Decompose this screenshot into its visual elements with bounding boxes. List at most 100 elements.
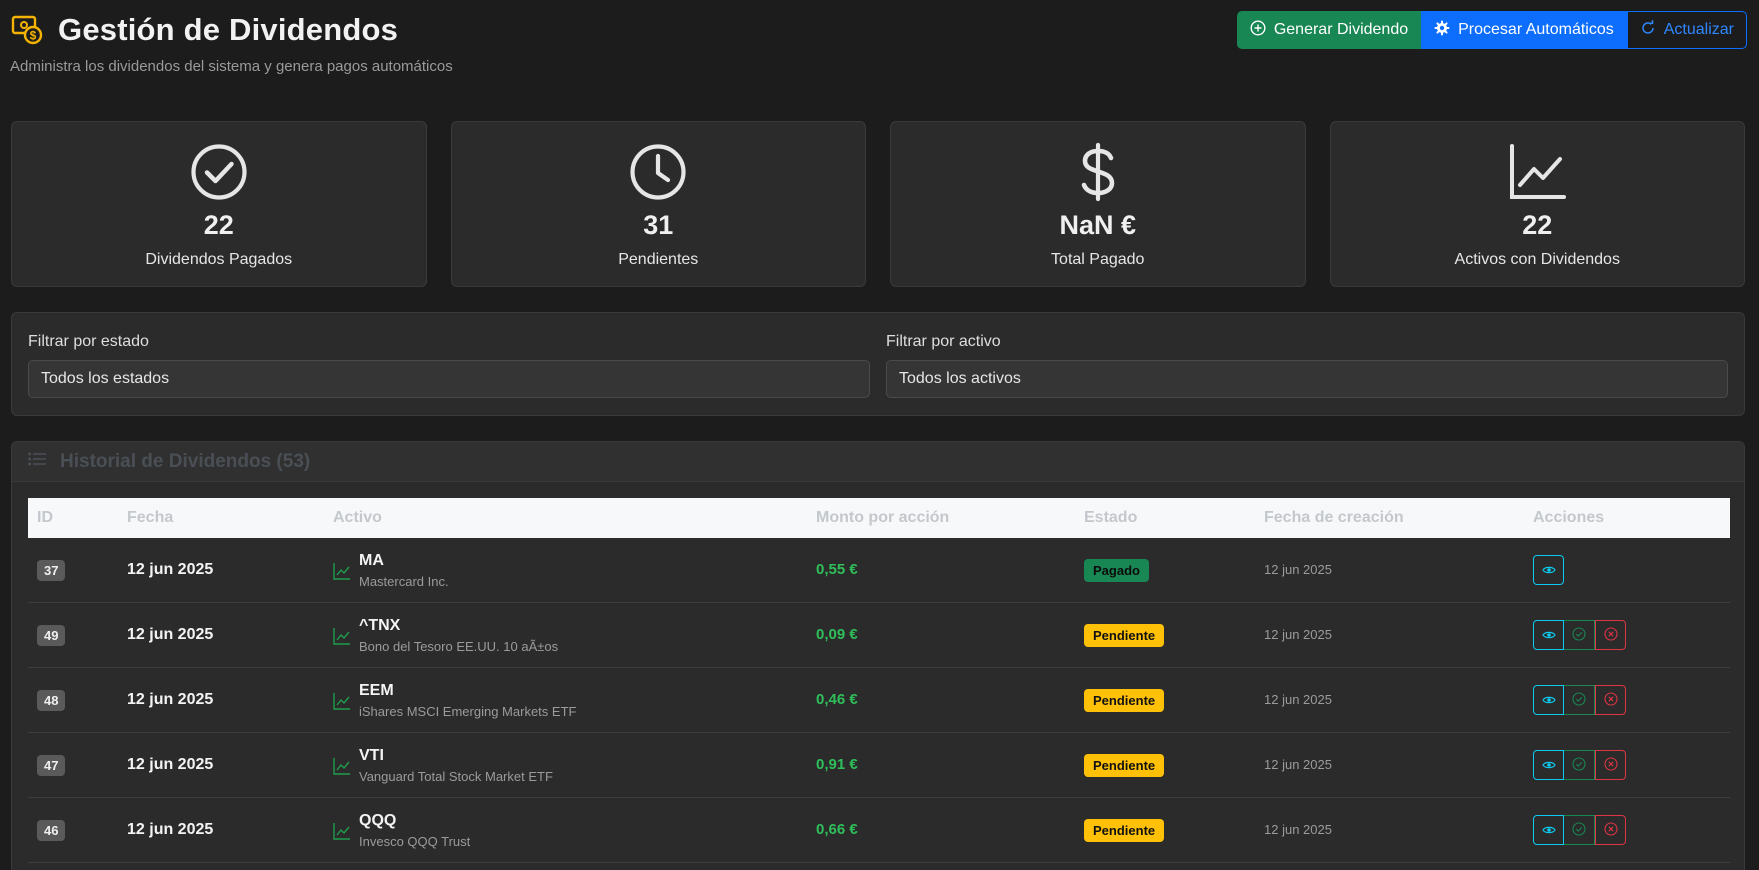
column-header-activo[interactable]: Activo: [324, 509, 807, 527]
asset-name: Bono del Tesoro EE.UU. 10 aÃ±os: [359, 638, 559, 654]
graph-up-icon: [1508, 142, 1567, 202]
check-circle-icon: [1572, 756, 1586, 774]
column-header-fecha[interactable]: Fecha: [118, 509, 324, 527]
amount-per-share: 0,55 €: [816, 561, 858, 578]
refresh-button[interactable]: Actualizar: [1626, 11, 1747, 49]
activo-filter-label: Filtrar por activo: [886, 333, 1001, 350]
graph-up-icon: [333, 562, 351, 585]
asset-cell: VTI Vanguard Total Stock Market ETF: [333, 747, 807, 784]
process-automatic-label: Procesar Automáticos: [1458, 21, 1614, 38]
history-header: Historial de Dividendos (53): [12, 442, 1744, 482]
view-button[interactable]: [1533, 815, 1564, 845]
approve-button[interactable]: [1564, 620, 1595, 650]
reject-button[interactable]: [1595, 750, 1626, 780]
estado-filter: Filtrar por estado Todos los estados: [28, 333, 870, 398]
svg-text:$: $: [30, 29, 37, 43]
row-actions: [1533, 815, 1730, 845]
column-header-id[interactable]: ID: [28, 509, 118, 527]
dividend-history-panel: Historial de Dividendos (53) ID Fecha Ac…: [11, 441, 1745, 870]
graph-up-icon: [333, 692, 351, 715]
asset-ticker: ^TNX: [359, 616, 401, 634]
generate-dividend-button[interactable]: Generar Dividendo: [1236, 11, 1422, 49]
graph-up-icon: [333, 627, 351, 650]
created-date: 12 jun 2025: [1264, 822, 1332, 837]
graph-up-icon: [333, 757, 351, 780]
reject-button[interactable]: [1595, 620, 1626, 650]
table-row: 47 12 jun 2025 VTI Vanguard Total Stock …: [28, 733, 1730, 798]
stat-label: Dividendos Pagados: [145, 251, 293, 268]
cash-coin-icon: $: [10, 13, 44, 47]
approve-button[interactable]: [1564, 685, 1595, 715]
x-circle-icon: [1603, 626, 1618, 644]
eye-icon: [1541, 563, 1556, 578]
view-button[interactable]: [1533, 555, 1564, 585]
asset-cell: QQQ Invesco QQQ Trust: [333, 812, 807, 849]
status-badge: Pendiente: [1084, 623, 1165, 647]
graph-up-icon: [333, 822, 351, 845]
estado-filter-label: Filtrar por estado: [28, 333, 149, 350]
page-subtitle: Administra los dividendos del sistema y …: [10, 58, 453, 75]
id-badge: 46: [37, 819, 66, 841]
id-badge: 49: [37, 624, 66, 646]
dollar-icon: [1078, 142, 1118, 202]
column-header-acciones: Acciones: [1533, 509, 1605, 526]
asset-cell: ^TNX Bono del Tesoro EE.UU. 10 aÃ±os: [333, 617, 807, 654]
table-header: ID Fecha Activo Monto por acción Estado …: [28, 498, 1730, 538]
check-circle-icon: [1572, 691, 1586, 709]
row-actions: [1533, 620, 1730, 650]
id-badge: 47: [37, 754, 66, 776]
table-row: 46 12 jun 2025 QQQ Invesco QQQ Trust 0,6…: [28, 798, 1730, 863]
stat-card-assets: 22 Activos con Dividendos: [1329, 121, 1745, 287]
check-circle-icon: [1572, 626, 1586, 644]
stat-card-paid: 22 Dividendos Pagados: [11, 121, 427, 287]
table-row: 37 12 jun 2025 MA Mastercard Inc. 0,55 €…: [28, 538, 1730, 603]
stat-label: Pendientes: [618, 251, 699, 268]
plus-circle-icon: [1250, 19, 1266, 41]
status-badge: Pendiente: [1084, 818, 1165, 842]
asset-name: Vanguard Total Stock Market ETF: [359, 768, 553, 784]
row-date: 12 jun 2025: [127, 691, 214, 708]
row-date: 12 jun 2025: [127, 561, 214, 578]
process-automatic-button[interactable]: Procesar Automáticos: [1421, 11, 1627, 49]
list-icon: [28, 452, 46, 471]
eye-icon: [1541, 628, 1556, 643]
stat-value: NaN €: [1059, 210, 1137, 240]
created-date: 12 jun 2025: [1264, 627, 1332, 642]
id-badge: 48: [37, 689, 66, 711]
reject-button[interactable]: [1595, 685, 1626, 715]
x-circle-icon: [1603, 756, 1618, 774]
asset-name: Invesco QQQ Trust: [359, 833, 471, 849]
view-button[interactable]: [1533, 685, 1564, 715]
column-header-estado[interactable]: Estado: [1075, 509, 1255, 527]
status-badge: Pendiente: [1084, 753, 1165, 777]
x-circle-icon: [1603, 691, 1618, 709]
stat-value: 31: [643, 210, 674, 240]
view-button[interactable]: [1533, 620, 1564, 650]
stat-card-total: NaN € Total Pagado: [890, 121, 1306, 287]
header-actions: Generar Dividendo Procesar Automáticos A…: [1236, 11, 1747, 49]
activo-select[interactable]: Todos los activos: [886, 360, 1728, 398]
approve-button[interactable]: [1564, 815, 1595, 845]
approve-button[interactable]: [1564, 750, 1595, 780]
refresh-icon: [1640, 19, 1656, 41]
asset-name: Mastercard Inc.: [359, 573, 449, 589]
column-header-creacion[interactable]: Fecha de creación: [1255, 509, 1524, 527]
clock-icon: [629, 142, 687, 202]
column-header-monto[interactable]: Monto por acción: [807, 509, 1075, 527]
reject-button[interactable]: [1595, 815, 1626, 845]
filters-panel: Filtrar por estado Todos los estados Fil…: [11, 312, 1745, 416]
row-actions: [1533, 750, 1730, 780]
stat-value: 22: [1522, 210, 1553, 240]
created-date: 12 jun 2025: [1264, 692, 1332, 707]
amount-per-share: 0,66 €: [816, 821, 858, 838]
eye-icon: [1541, 758, 1556, 773]
stat-label: Total Pagado: [1051, 251, 1145, 268]
page-header: $ Gestión de Dividendos Administra los d…: [10, 11, 1750, 82]
table-row: 49 12 jun 2025 ^TNX Bono del Tesoro EE.U…: [28, 603, 1730, 668]
eye-icon: [1541, 693, 1556, 708]
estado-select[interactable]: Todos los estados: [28, 360, 870, 398]
asset-cell: MA Mastercard Inc.: [333, 552, 807, 589]
view-button[interactable]: [1533, 750, 1564, 780]
created-date: 12 jun 2025: [1264, 757, 1332, 772]
dividends-table: ID Fecha Activo Monto por acción Estado …: [28, 498, 1730, 863]
